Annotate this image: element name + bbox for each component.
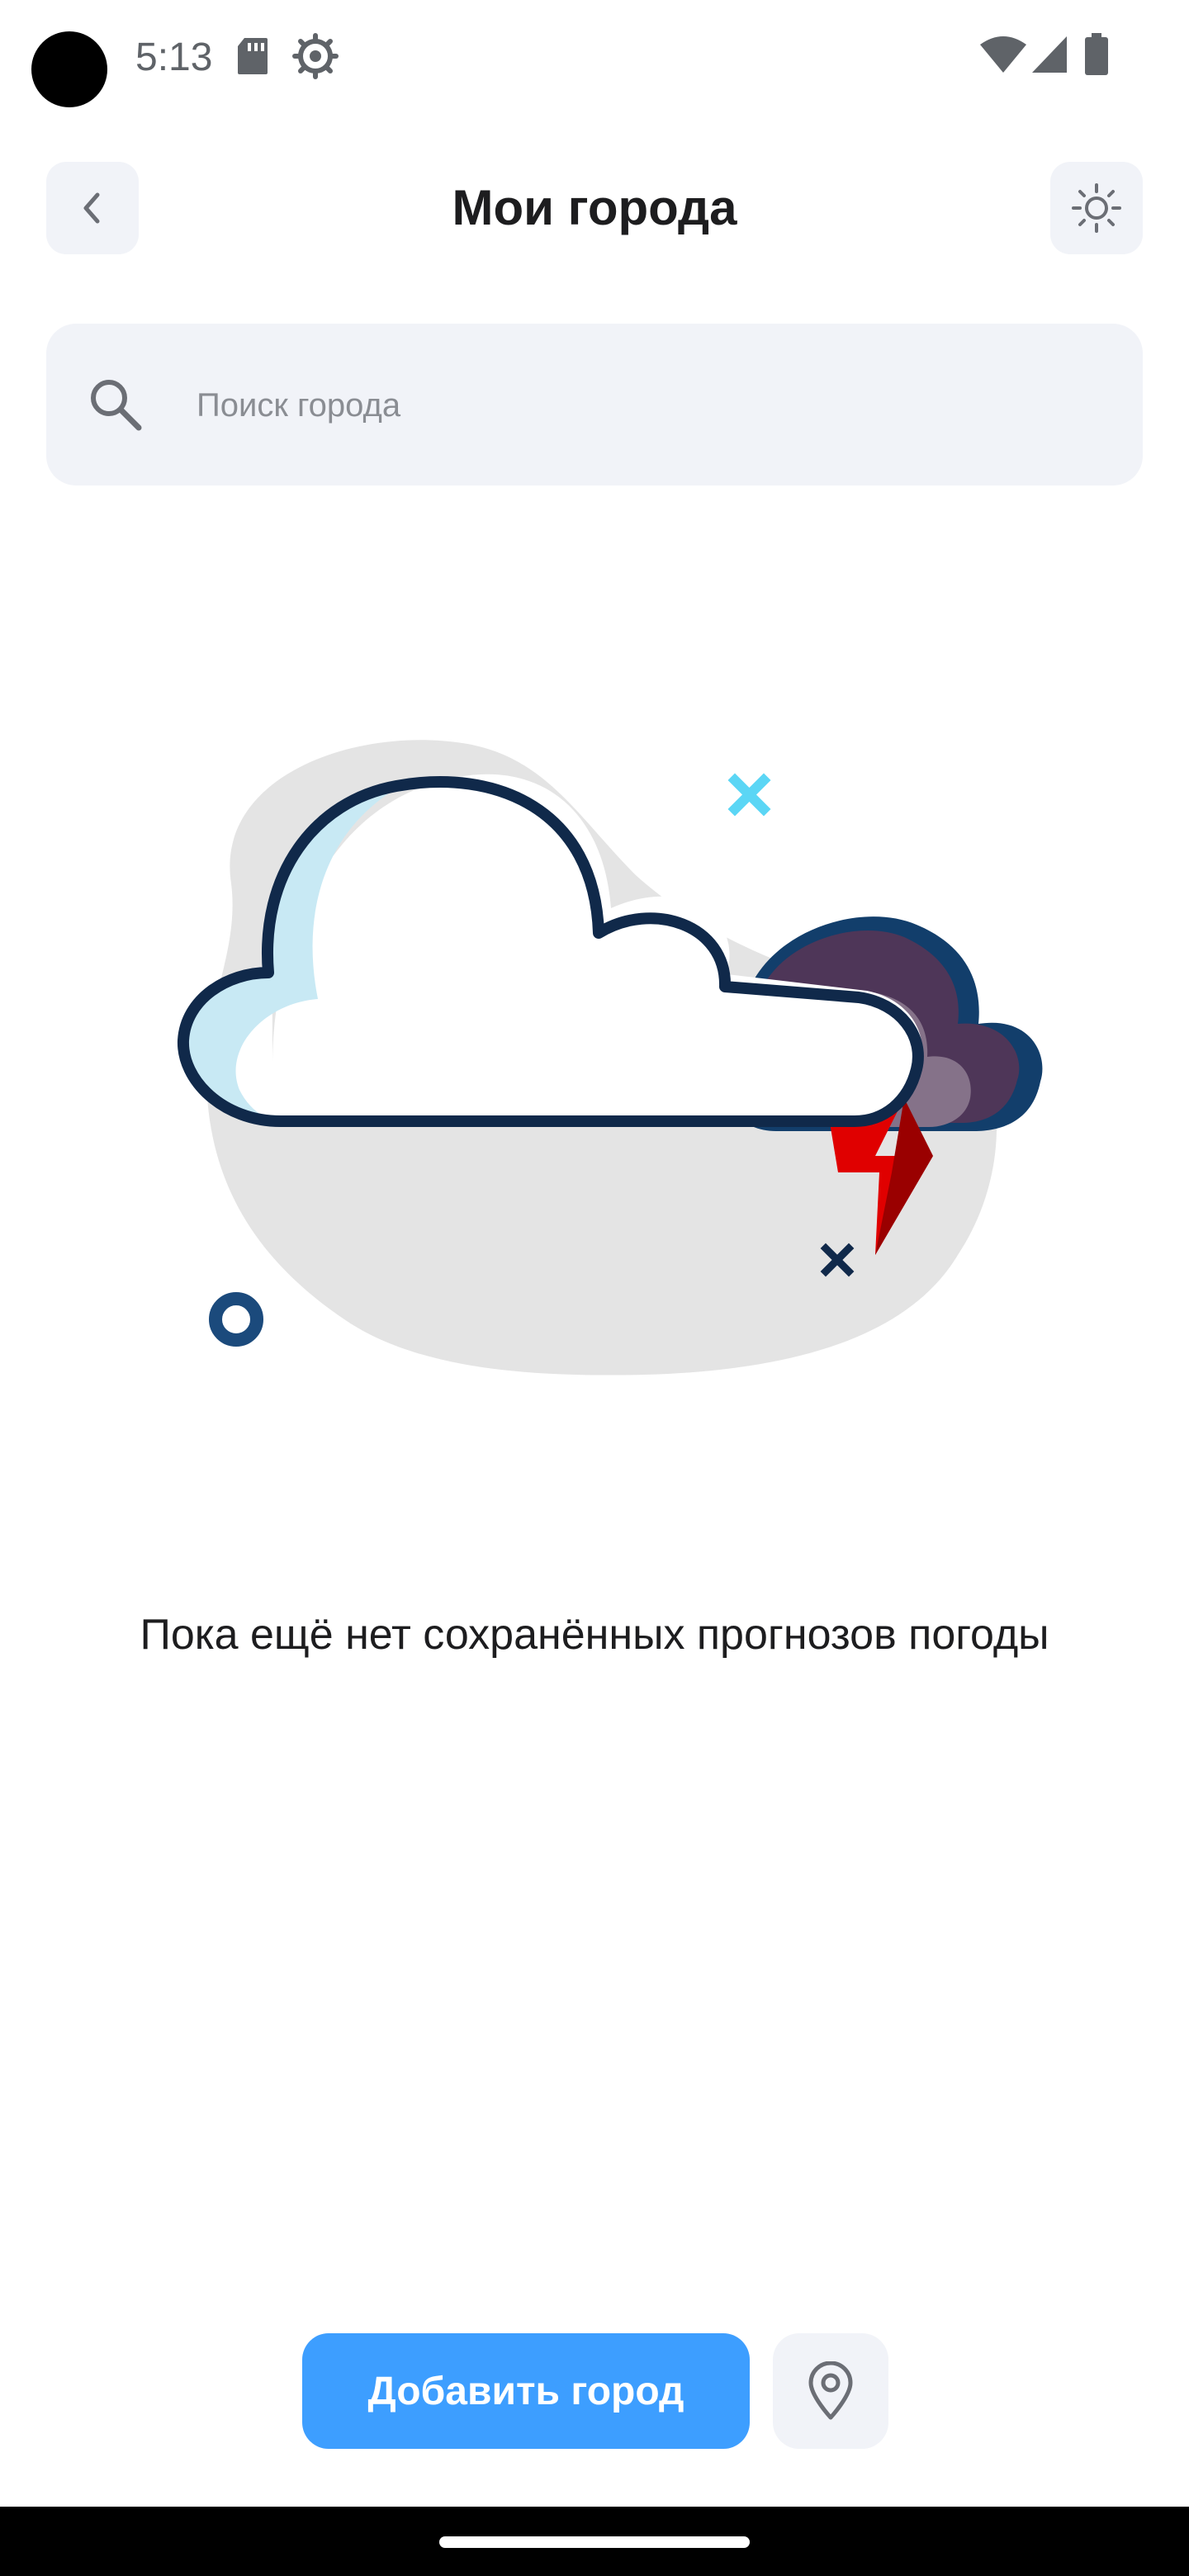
storm-cloud-illustration <box>177 740 1043 1376</box>
decorative-ring <box>209 1292 263 1347</box>
search-input[interactable] <box>195 372 1106 439</box>
home-indicator[interactable] <box>439 2536 750 2548</box>
location-pin-icon <box>808 2361 853 2420</box>
empty-state-message: Пока ещё нет сохранённых прогнозов погод… <box>140 1611 1049 1659</box>
search-icon <box>91 380 142 431</box>
battery-icon <box>1085 33 1108 75</box>
theme-toggle-button[interactable] <box>1050 162 1143 254</box>
my-cities-screen: 5:13 Мои города Поиск города Пока ещё не… <box>0 0 1189 2576</box>
add-city-button[interactable]: Добавить город <box>302 2333 750 2449</box>
status-time: 5:13 <box>135 36 213 79</box>
location-button[interactable] <box>773 2333 888 2449</box>
camera-cutout <box>31 31 107 107</box>
search-box[interactable] <box>46 324 1143 485</box>
page-title: Мои города <box>452 180 737 235</box>
system-nav-bar <box>0 2507 1189 2576</box>
settings-gear-icon <box>292 33 339 79</box>
wifi-icon <box>980 36 1026 73</box>
sun-icon <box>1072 183 1121 233</box>
status-bar: 5:13 <box>0 0 1189 116</box>
sd-card-icon <box>238 38 268 74</box>
cell-signal-icon <box>1032 36 1067 73</box>
cyan-cross <box>727 773 771 817</box>
